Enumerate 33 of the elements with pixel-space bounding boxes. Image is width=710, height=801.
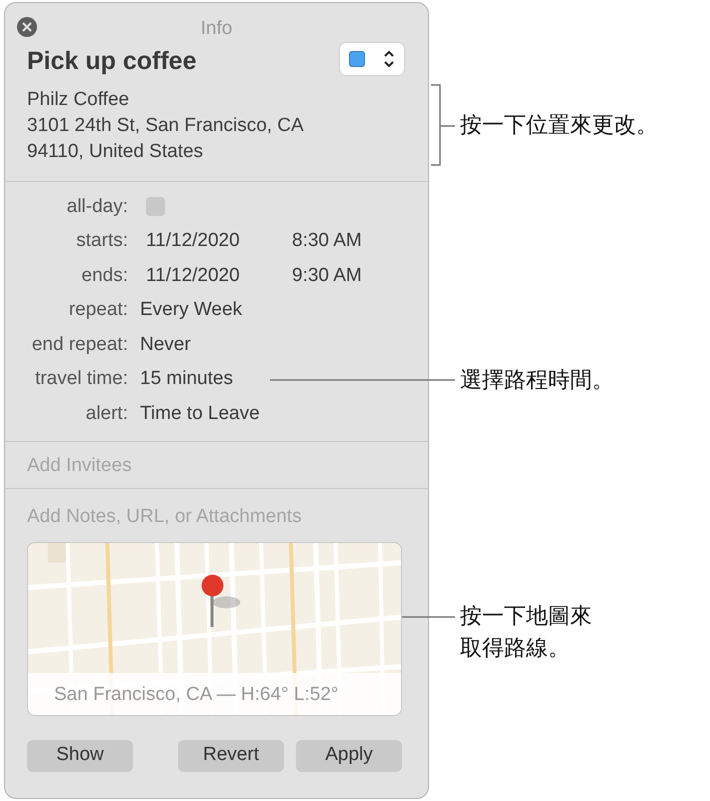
event-title: Pick up coffee [27, 46, 196, 77]
dialog-button[interactable]: Revert [178, 740, 284, 772]
field-label: alert: [84, 402, 129, 426]
time-value[interactable]: 8:30 AM [292, 227, 362, 256]
field-label: ends: [80, 264, 129, 288]
dialog-button[interactable]: Show [27, 740, 133, 772]
calendar-color-popup[interactable] [340, 43, 404, 75]
leader-line [402, 616, 455, 618]
callout-text: 選擇路程時間。 [460, 366, 614, 394]
field-value[interactable]: Never [140, 330, 191, 359]
location-text[interactable]: Philz Coffee 3101 24th St, San Francisco, CA 94110, United States [27, 86, 404, 164]
date-value[interactable]: 11/12/2020 [146, 262, 292, 290]
time-value[interactable]: 9:30 AM [292, 262, 362, 290]
callout-text: 按一下地圖來 取得路線。 [460, 602, 592, 662]
close-button[interactable] [17, 17, 37, 37]
field-label: starts: [75, 229, 129, 253]
weather-caption: San Francisco, CA — H:64° L:52° [28, 672, 401, 714]
callout-text: 按一下位置來更改。 [460, 111, 658, 139]
dialog-button[interactable]: Apply [296, 740, 402, 772]
invitees-field[interactable]: Add Invitees [27, 452, 406, 480]
field-value[interactable]: Time to Leave [140, 400, 260, 428]
field-value[interactable]: 15 minutes [140, 365, 233, 394]
field-label: end repeat: [30, 332, 129, 356]
field-label: all-day: [66, 194, 129, 218]
notes-field[interactable]: Add Notes, URL, or Attachments [27, 503, 406, 532]
field-label: travel time: [34, 367, 129, 391]
field-label: repeat: [68, 298, 129, 322]
date-value[interactable]: 11/12/2020 [146, 227, 292, 256]
all-day-checkbox[interactable] [146, 197, 165, 216]
chevron-updown-icon [383, 49, 395, 69]
window-title: Info [200, 17, 232, 39]
field-value[interactable]: Every Week [140, 296, 242, 324]
close-icon [22, 22, 32, 32]
